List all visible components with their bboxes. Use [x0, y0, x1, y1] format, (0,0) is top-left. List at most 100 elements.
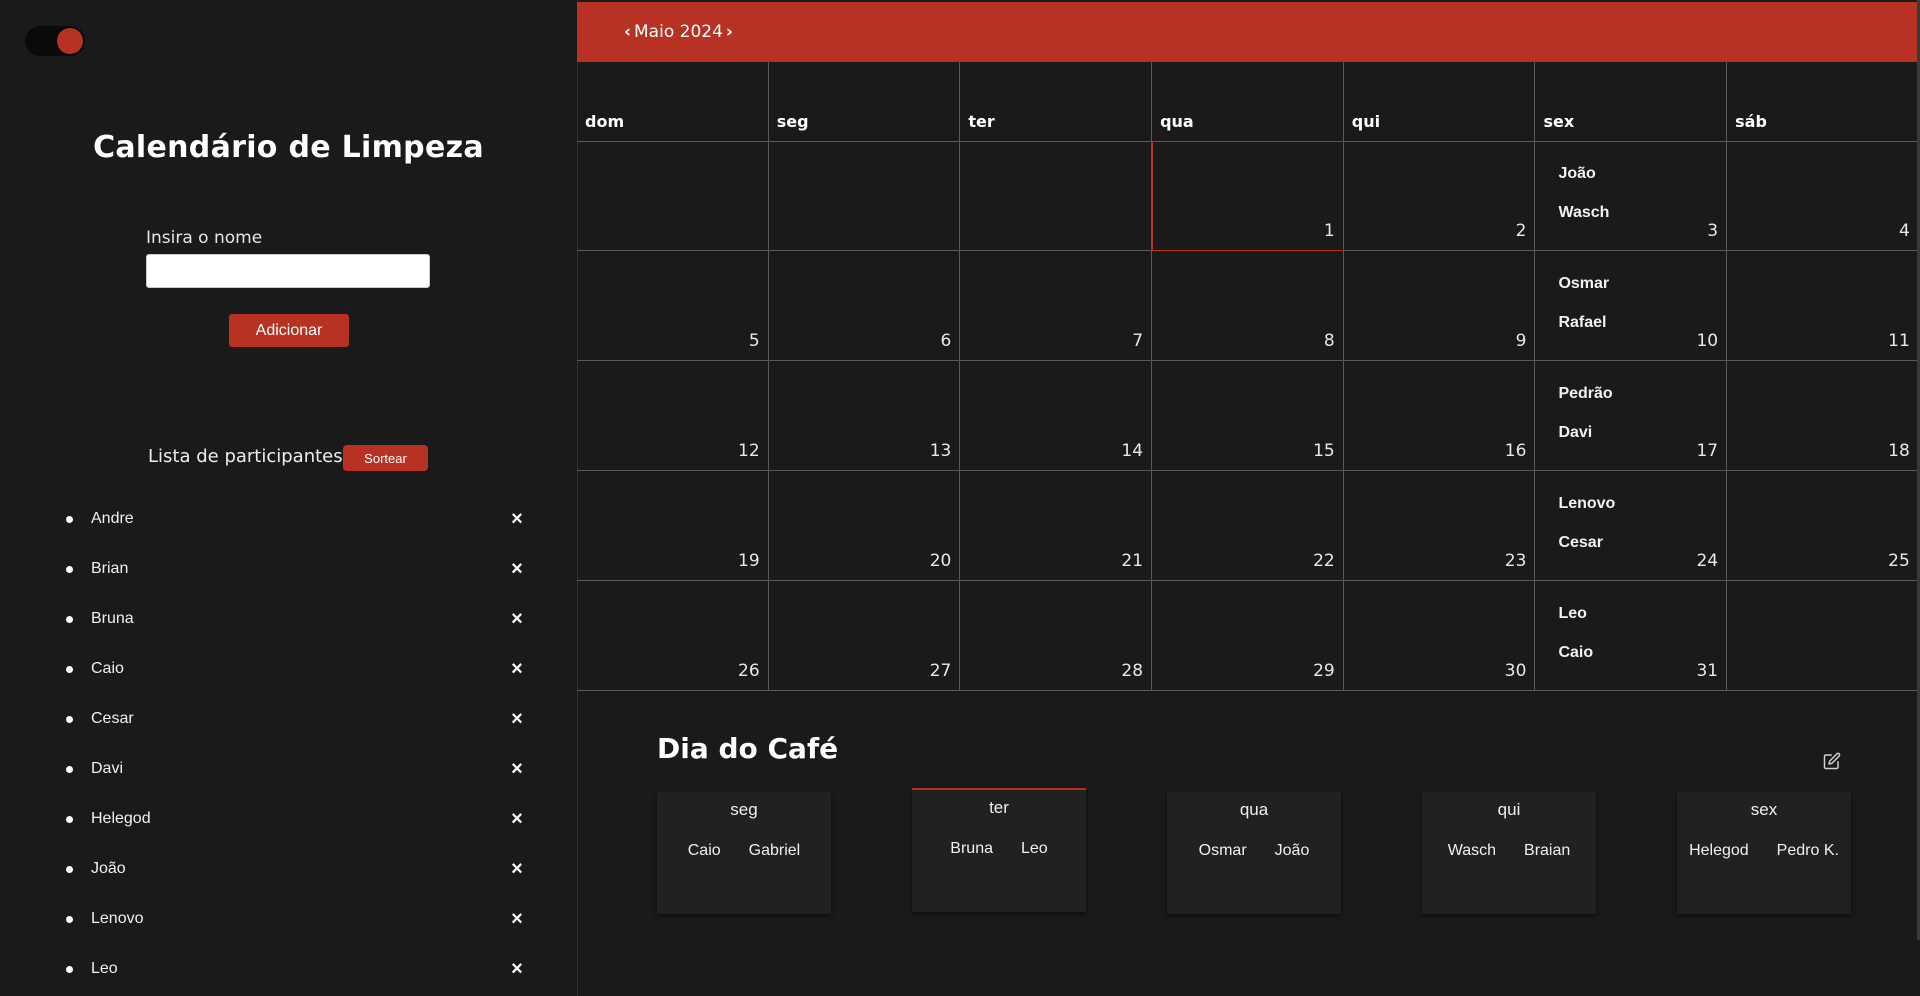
- remove-participant-button[interactable]: ×: [505, 594, 529, 644]
- weekday-header-row: dom seg ter qua qui sex sáb: [577, 62, 1919, 142]
- cafe-day-card[interactable]: sex Helegod Pedro K.: [1677, 792, 1851, 914]
- weekday-header: ter: [960, 62, 1153, 141]
- weekday-label: dom: [585, 112, 625, 131]
- calendar-day[interactable]: 9: [1343, 251, 1536, 361]
- bullet-icon: [66, 916, 73, 923]
- day-number: 11: [1888, 331, 1910, 351]
- day-number: 27: [929, 661, 952, 681]
- calendar-day[interactable]: 25: [1727, 471, 1919, 581]
- remove-participant-button[interactable]: ×: [505, 794, 529, 844]
- calendar-day[interactable]: 15: [1152, 361, 1344, 471]
- name-input-label: Insira o nome: [146, 228, 263, 248]
- weekday-label: sex: [1543, 112, 1575, 131]
- day-number: 28: [1121, 661, 1144, 681]
- calendar-day[interactable]: [577, 141, 769, 251]
- calendar-day[interactable]: 13: [768, 361, 961, 471]
- assignee-name: Davi: [1558, 424, 1593, 441]
- calendar-grid: 1 2 João Wasch 3 4 5 6 7 8 9 Osmar Rafael 10 11 12 13 14 1…: [577, 141, 1919, 691]
- calendar-day[interactable]: 27: [768, 581, 961, 691]
- calendar-day[interactable]: Lenovo Cesar 24: [1535, 471, 1728, 581]
- cafe-day-card[interactable]: qui Wasch Braian: [1422, 792, 1596, 914]
- cafe-names: Wasch Braian: [1422, 842, 1596, 860]
- calendar-day[interactable]: 20: [768, 471, 961, 581]
- bullet-icon: [66, 616, 73, 623]
- calendar-day[interactable]: 21: [960, 471, 1153, 581]
- cafe-names: Caio Gabriel: [657, 842, 831, 860]
- weekday-label: qui: [1351, 112, 1381, 131]
- calendar-day[interactable]: Pedrão Davi 17: [1535, 361, 1728, 471]
- bullet-icon: [66, 666, 73, 673]
- calendar-day[interactable]: [1727, 581, 1919, 691]
- cafe-person-name: Caio: [687, 842, 721, 859]
- participant-name: Cesar: [91, 710, 134, 727]
- calendar-day[interactable]: 30: [1343, 581, 1536, 691]
- remove-participant-button[interactable]: ×: [505, 694, 529, 744]
- day-number: 17: [1696, 441, 1719, 461]
- calendar-day[interactable]: 16: [1343, 361, 1536, 471]
- remove-participant-button[interactable]: ×: [505, 744, 529, 794]
- participant-name: Andre: [91, 510, 134, 527]
- add-button[interactable]: Adicionar: [229, 314, 349, 347]
- calendar-day[interactable]: 8: [1152, 251, 1344, 361]
- calendar-day[interactable]: 28: [960, 581, 1153, 691]
- day-number: 13: [929, 441, 952, 461]
- cafe-names: Bruna Leo: [912, 840, 1086, 858]
- day-number: 7: [1132, 331, 1144, 351]
- remove-participant-button[interactable]: ×: [505, 944, 529, 994]
- calendar-day[interactable]: 14: [960, 361, 1153, 471]
- day-number: 31: [1696, 661, 1719, 681]
- remove-participant-button[interactable]: ×: [505, 844, 529, 894]
- edit-icon[interactable]: [1823, 752, 1841, 770]
- calendar-day[interactable]: 5: [577, 251, 769, 361]
- cafe-day-card[interactable]: ter Bruna Leo: [912, 788, 1086, 912]
- weekday-header: sáb: [1727, 62, 1919, 141]
- calendar-day[interactable]: João Wasch 3: [1535, 141, 1728, 251]
- calendar-day[interactable]: 18: [1727, 361, 1919, 471]
- cafe-day-card[interactable]: seg Caio Gabriel: [657, 792, 831, 914]
- calendar-day[interactable]: Osmar Rafael 10: [1535, 251, 1728, 361]
- participant-item: Brian ×: [0, 544, 577, 594]
- prev-month-button[interactable]: ‹: [621, 22, 634, 42]
- day-number: 24: [1696, 551, 1719, 571]
- assignee-name: Lenovo: [1558, 495, 1616, 512]
- remove-participant-button[interactable]: ×: [505, 494, 529, 544]
- calendar-day[interactable]: 6: [768, 251, 961, 361]
- participant-item: Leo ×: [0, 944, 577, 994]
- cafe-person-name: Bruna: [950, 840, 993, 857]
- calendar-day-today[interactable]: 1: [1152, 141, 1344, 251]
- calendar-day[interactable]: 23: [1343, 471, 1536, 581]
- calendar-day[interactable]: Leo Caio 31: [1535, 581, 1728, 691]
- calendar-day[interactable]: 2: [1343, 141, 1536, 251]
- cafe-person-name: Leo: [1021, 840, 1048, 857]
- weekday-header: seg: [769, 62, 961, 141]
- calendar-day[interactable]: 26: [577, 581, 769, 691]
- cafe-day-label: seg: [730, 800, 758, 819]
- calendar-day[interactable]: [768, 141, 961, 251]
- next-month-button[interactable]: ›: [723, 22, 736, 42]
- remove-participant-button[interactable]: ×: [505, 544, 529, 594]
- calendar-day[interactable]: 7: [960, 251, 1153, 361]
- cafe-day-card[interactable]: qua Osmar João: [1167, 792, 1341, 914]
- calendar-day[interactable]: 11: [1727, 251, 1919, 361]
- cafe-names: Osmar João: [1167, 842, 1341, 860]
- name-input[interactable]: [146, 254, 430, 288]
- day-number: 26: [738, 661, 760, 681]
- draw-button[interactable]: Sortear: [343, 445, 428, 471]
- calendar-day[interactable]: 4: [1727, 141, 1919, 251]
- calendar-day[interactable]: [960, 141, 1153, 251]
- participant-name: Leo: [91, 960, 118, 977]
- participant-item: Caio ×: [0, 644, 577, 694]
- bullet-icon: [66, 816, 73, 823]
- calendar-day[interactable]: 22: [1152, 471, 1344, 581]
- weekday-label: qua: [1160, 112, 1194, 131]
- calendar-day[interactable]: 12: [577, 361, 769, 471]
- cafe-person-name: Braian: [1524, 842, 1571, 859]
- remove-participant-button[interactable]: ×: [505, 894, 529, 944]
- cafe-names: Helegod Pedro K.: [1677, 842, 1851, 860]
- calendar-day[interactable]: 29: [1152, 581, 1344, 691]
- remove-participant-button[interactable]: ×: [505, 644, 529, 694]
- day-number: 29: [1313, 661, 1335, 681]
- participant-name: Helegod: [91, 810, 151, 827]
- theme-toggle[interactable]: [25, 26, 85, 56]
- calendar-day[interactable]: 19: [577, 471, 769, 581]
